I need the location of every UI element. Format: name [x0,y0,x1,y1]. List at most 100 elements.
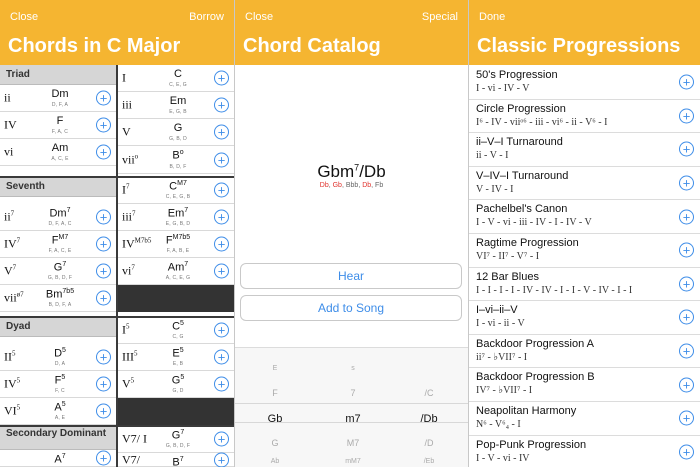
progression-row[interactable]: Pop-Punk Progression I - V - vi - IV + [469,435,700,467]
add-chord-icon[interactable]: + [96,144,111,160]
borrow-button[interactable]: Borrow [189,11,224,23]
add-chord-icon[interactable]: + [214,349,229,365]
close-button[interactable]: Close [245,11,273,23]
chord-picker[interactable]: E F Gb G Ab s 7 m7 M7 mM7 /C/Db/D/Eb [235,347,468,467]
add-chord-icon[interactable]: + [214,209,229,225]
progression-row[interactable]: I–vi–ii–V I - vi - ii - V + [469,301,700,335]
picker-option[interactable]: /D [391,438,467,448]
add-progression-icon[interactable]: + [679,276,694,292]
picker-root-wheel[interactable]: E F Gb G Ab [235,348,315,467]
chord-row[interactable]: V G G, B, D + [118,119,234,146]
add-chord-icon[interactable]: + [96,209,111,225]
add-chord-icon[interactable]: + [214,236,229,252]
add-chord-icon[interactable]: + [214,124,229,140]
chord-row[interactable]: II5 D5 D, A + [0,344,116,371]
add-progression-icon[interactable]: + [679,141,694,157]
picker-option[interactable]: 7 [313,388,393,398]
chord-row[interactable]: IV F F, A, C + [0,112,116,139]
progression-row[interactable]: 12 Bar Blues I - I - I - I - IV - IV - I … [469,267,700,302]
chord-row[interactable]: V5 G5 G, D + [118,371,234,398]
add-progression-icon[interactable]: + [679,242,694,258]
add-chord-icon[interactable]: + [214,452,229,467]
add-progression-icon[interactable]: + [679,343,694,359]
picker-option[interactable]: /C [391,388,467,398]
close-button[interactable]: Close [10,11,38,23]
picker-option[interactable]: M7 [313,438,393,448]
chord-row[interactable]: V7/B7 + [118,452,234,467]
add-chord-icon[interactable]: + [214,431,229,447]
chord-row[interactable]: A7 + [0,450,116,467]
add-chord-icon[interactable]: + [96,450,111,466]
chord-row[interactable]: I7 CM7 C, E, G, B + [118,177,234,204]
progression-row[interactable]: Ragtime Progression VI⁷ - II⁷ - V⁷ - I + [469,234,700,268]
chord-symbol: FM7b5 [146,234,210,247]
picker-option[interactable]: F [235,388,315,398]
add-chord-icon[interactable]: + [96,290,111,306]
chord-row[interactable]: I C C, E, G + [118,65,234,92]
chord-row[interactable]: viiø7 Bm7b5 B, D, F, A + [0,285,116,312]
add-progression-icon[interactable]: + [679,74,694,90]
chord-row[interactable]: I5 C5 C, G + [118,317,234,344]
progression-row[interactable]: ii–V–I Turnaround ii - V - I + [469,133,700,167]
add-progression-icon[interactable]: + [679,209,694,225]
picker-option[interactable]: /Db [391,413,467,425]
picker-option[interactable]: G [235,438,315,448]
chord-row[interactable]: iii7 Em7 E, G, B, D + [118,204,234,231]
picker-quality-wheel[interactable]: s 7 m7 M7 mM7 [313,348,393,467]
add-progression-icon[interactable]: + [679,377,694,393]
progression-row[interactable]: 50's Progression I - vi - IV - V + [469,66,700,100]
picker-option[interactable]: s [313,365,393,372]
add-chord-icon[interactable]: + [214,70,229,86]
chord-row[interactable]: viio Bo B, D, F + [118,146,234,174]
chord-row[interactable]: IV5 F5 F, C + [0,371,116,398]
picker-option[interactable]: Ab [235,458,315,465]
add-chord-icon[interactable]: + [96,117,111,133]
add-chord-icon[interactable]: + [214,182,229,198]
chord-row[interactable]: V7/ I G7 G, B, D, F + [118,426,234,453]
add-progression-icon[interactable]: + [679,444,694,460]
picker-option[interactable]: mM7 [313,458,393,465]
picker-option[interactable]: /Eb [391,458,467,465]
add-to-song-button[interactable]: Add to Song [240,295,462,321]
progression-row[interactable]: Backdoor Progression Aii⁷ - ♭VII⁷ - I + [469,334,700,369]
add-chord-icon[interactable]: + [96,349,111,365]
add-progression-icon[interactable]: + [679,410,694,426]
progression-row[interactable]: Pachelbel's Canon I - V - vi - iii - IV -… [469,200,700,234]
special-button[interactable]: Special [422,11,458,23]
picker-bass-wheel[interactable]: /C/Db/D/Eb [391,348,467,467]
chord-row[interactable]: III5 E5 E, B + [118,344,234,371]
add-progression-icon[interactable]: + [679,309,694,325]
done-button[interactable]: Done [479,11,505,23]
progression-row[interactable]: Neapolitan Harmony N⁶ - V⁶₄ - I + [469,402,700,436]
progression-row[interactable]: Backdoor Progression B IV⁷ - ♭VII⁷ - I + [469,368,700,402]
add-chord-icon[interactable]: + [214,97,229,113]
add-chord-icon[interactable]: + [96,263,111,279]
chord-row[interactable]: ii7 Dm7 D, F, A, C + [0,204,116,231]
add-chord-icon[interactable]: + [214,263,229,279]
add-progression-icon[interactable]: + [679,175,694,191]
add-chord-icon[interactable]: + [96,90,111,106]
chord-row[interactable]: IV M7b5 FM7b5 F, A, B, E + [118,231,234,258]
add-chord-icon[interactable]: + [214,152,229,167]
add-chord-icon[interactable]: + [96,376,111,392]
add-chord-icon[interactable]: + [96,236,111,252]
chord-row[interactable]: IV7 FM7 F, A, C, E + [0,231,116,258]
chord-row[interactable]: VI5 A5 A, E + [0,398,116,425]
add-chord-icon[interactable]: + [214,376,229,392]
add-chord-icon[interactable]: + [96,403,111,419]
chord-row[interactable]: vi Am A, C, E + [0,139,116,166]
hear-button[interactable]: Hear [240,263,462,289]
chord-row[interactable]: iii Em E, G, B + [118,92,234,119]
picker-option[interactable]: E [235,365,315,372]
picker-option[interactable]: Gb [235,413,315,425]
add-progression-icon[interactable]: + [679,108,694,124]
roman-numeral-text: V7/ [122,452,140,466]
chord-row[interactable]: V7 G7 G, B, D, F + [0,258,116,285]
chord-row[interactable]: vi7 Am7 A, C, E, G + [118,258,234,285]
picker-option[interactable]: m7 [313,413,393,425]
add-chord-icon[interactable]: + [214,322,229,338]
progression-row[interactable]: Circle Progression I⁶ - IV - viiᵒ⁶ - iii … [469,99,700,134]
progression-row[interactable]: V–IV–I Turnaround V - IV - I + [469,166,700,201]
chord-row[interactable]: ii Dm D, F, A + [0,85,116,112]
progression-sequence: VI⁷ - II⁷ - V⁷ - I [476,251,540,262]
